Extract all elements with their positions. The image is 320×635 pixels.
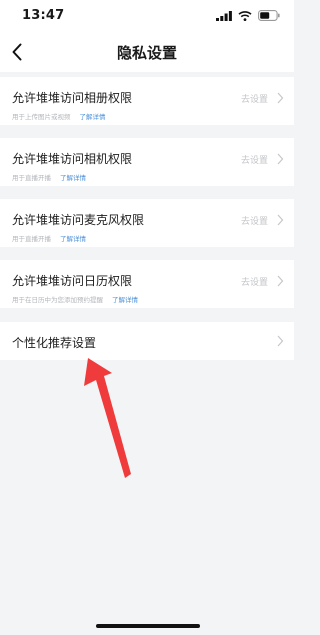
permission-description: 用于直播开播 了解详情 (12, 172, 86, 182)
go-settings-button[interactable]: 去设置 (241, 92, 268, 105)
go-settings-button[interactable]: 去设置 (241, 153, 268, 166)
chevron-right-icon (277, 153, 284, 165)
permission-item-photos[interactable]: 允许堆堆访问相册权限 用于上传图片或视频 了解详情 去设置 (0, 77, 294, 125)
permission-title: 允许堆堆访问相机权限 (12, 152, 133, 166)
learn-more-link[interactable]: 了解详情 (60, 174, 86, 182)
permission-item-microphone[interactable]: 允许堆堆访问麦克风权限 用于直播开播 了解详情 去设置 (0, 199, 294, 247)
chevron-right-icon (277, 92, 284, 104)
go-settings-button[interactable]: 去设置 (241, 214, 268, 227)
permission-desc-text: 用于在日历中为您添加预约提醒 (12, 296, 103, 304)
permission-description: 用于直播开播 了解详情 (12, 233, 86, 243)
permission-desc-text: 用于直播开播 (12, 174, 51, 182)
permission-desc-text: 用于上传图片或视频 (12, 113, 71, 121)
chevron-right-icon (277, 214, 284, 226)
recommendation-title: 个性化推荐设置 (12, 336, 97, 350)
permission-item-calendar[interactable]: 允许堆堆访问日历权限 用于在日历中为您添加预约提醒 了解详情 去设置 (0, 260, 294, 308)
learn-more-link[interactable]: 了解详情 (80, 113, 106, 121)
home-indicator[interactable] (96, 624, 200, 628)
permission-title: 允许堆堆访问日历权限 (12, 274, 133, 288)
learn-more-link[interactable]: 了解详情 (60, 235, 86, 243)
permission-description: 用于在日历中为您添加预约提醒 了解详情 (12, 294, 138, 304)
battery-icon (258, 10, 280, 21)
wifi-icon (238, 10, 252, 21)
chevron-right-icon (277, 335, 284, 347)
page-title: 隐私设置 (116, 44, 177, 62)
permission-title: 允许堆堆访问相册权限 (12, 91, 133, 105)
permission-item-camera[interactable]: 允许堆堆访问相机权限 用于直播开播 了解详情 去设置 (0, 138, 294, 186)
personalized-recommendation-item[interactable]: 个性化推荐设置 (0, 322, 294, 360)
status-bar: 13:47 (0, 0, 294, 32)
permission-desc-text: 用于直播开播 (12, 235, 51, 243)
permission-description: 用于上传图片或视频 了解详情 (12, 111, 106, 121)
permission-title: 允许堆堆访问麦克风权限 (12, 213, 145, 227)
status-time: 13:47 (22, 8, 65, 23)
status-icons (216, 10, 280, 21)
signal-icon (216, 10, 232, 21)
chevron-right-icon (277, 275, 284, 287)
go-settings-button[interactable]: 去设置 (241, 275, 268, 288)
navigation-bar: 隐私设置 (0, 32, 294, 72)
learn-more-link[interactable]: 了解详情 (112, 296, 138, 304)
